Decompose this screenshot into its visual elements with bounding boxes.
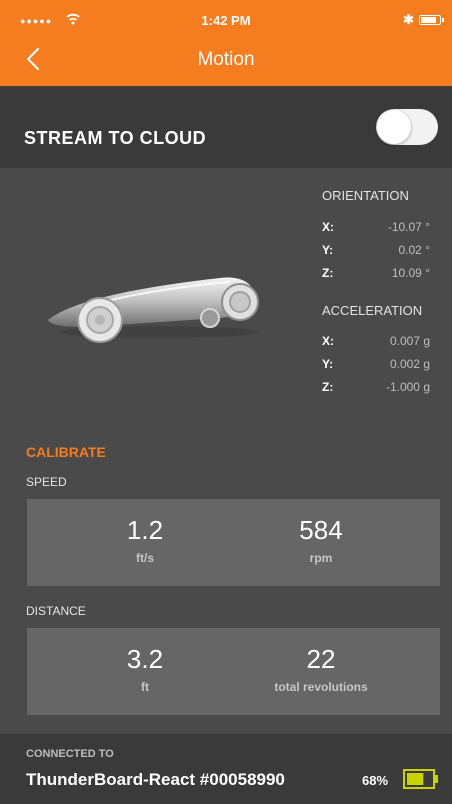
speed-unit: ft/s bbox=[136, 551, 154, 565]
status-bar: ●●●●● 1:42 PM ✱ bbox=[0, 0, 452, 40]
calibrate-button[interactable]: CALIBRATE bbox=[26, 444, 106, 460]
acceleration-z-label: Z: bbox=[322, 380, 334, 394]
battery-percent: 68% bbox=[362, 773, 389, 788]
connection-footer[interactable]: CONNECTED TO ThunderBoard-React #0005899… bbox=[0, 734, 452, 804]
battery-fill bbox=[407, 773, 424, 785]
distance-card: 3.2 ft 22 total revolutions bbox=[27, 628, 440, 715]
header-bar: ●●●●● 1:42 PM ✱ Motion bbox=[0, 0, 452, 86]
orientation-z-value: 10.09 ° bbox=[391, 266, 430, 280]
battery-icon bbox=[403, 769, 438, 789]
orientation-x-label: X: bbox=[322, 220, 334, 234]
acceleration-heading: ACCELERATION bbox=[322, 303, 423, 318]
distance-unit: ft bbox=[141, 680, 149, 694]
orientation-z-label: Z: bbox=[322, 266, 334, 280]
acceleration-y-value: 0.002 g bbox=[389, 357, 430, 371]
orientation-y-label: Y: bbox=[322, 243, 334, 257]
orientation-y-value: 0.02 ° bbox=[398, 243, 431, 257]
device-name: ThunderBoard-React #00058990 bbox=[26, 770, 285, 789]
toggle-knob bbox=[377, 110, 411, 144]
acceleration-z-value: -1.000 g bbox=[385, 380, 430, 394]
battery-status-icon bbox=[419, 15, 444, 25]
stream-to-cloud-toggle[interactable] bbox=[376, 109, 438, 145]
stream-to-cloud-label: STREAM TO CLOUD bbox=[24, 128, 207, 148]
rpm-value: 584 bbox=[299, 515, 343, 545]
distance-label: DISTANCE bbox=[26, 604, 86, 618]
acceleration-y-label: Y: bbox=[322, 357, 334, 371]
orientation-x-value: -10.07 ° bbox=[387, 220, 430, 234]
orientation-heading: ORIENTATION bbox=[322, 188, 409, 203]
revolutions-unit: total revolutions bbox=[274, 680, 368, 694]
speed-card: 1.2 ft/s 584 rpm bbox=[27, 499, 440, 586]
page-title: Motion bbox=[197, 49, 255, 70]
car-model-image bbox=[48, 277, 259, 343]
revolutions-value: 22 bbox=[306, 644, 336, 674]
acceleration-x-label: X: bbox=[322, 334, 334, 348]
stream-to-cloud-row: STREAM TO CLOUD bbox=[0, 86, 452, 168]
distance-value: 3.2 bbox=[126, 644, 164, 674]
rpm-unit: rpm bbox=[309, 551, 333, 565]
status-time: 1:42 PM bbox=[201, 13, 251, 28]
speed-label: SPEED bbox=[26, 475, 67, 489]
speed-value: 1.2 bbox=[126, 515, 164, 545]
bluetooth-icon: ✱ bbox=[403, 12, 414, 27]
connected-to-label: CONNECTED TO bbox=[26, 748, 114, 760]
acceleration-x-value: 0.007 g bbox=[389, 334, 430, 348]
